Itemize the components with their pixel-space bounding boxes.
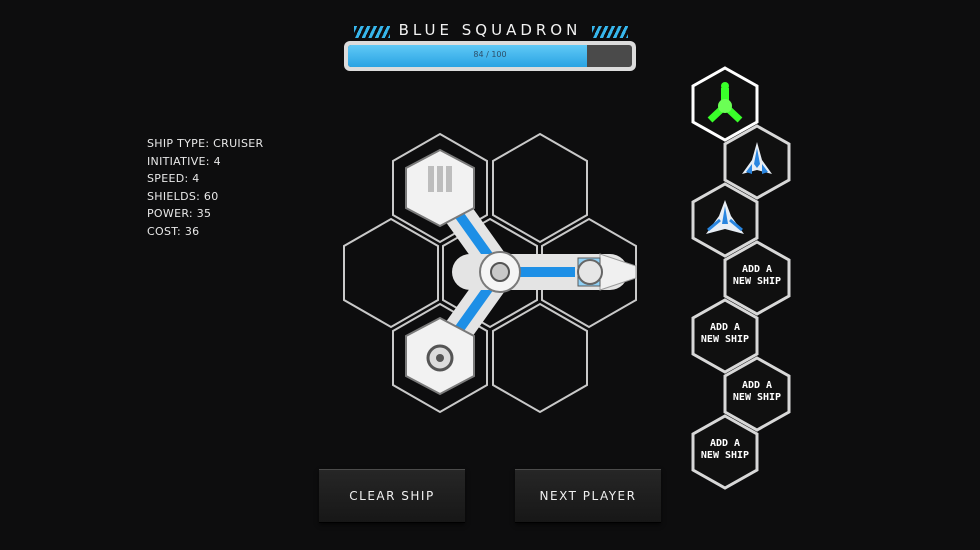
- add-label-line2: NEW SHIP: [732, 276, 782, 287]
- add-label-line2: NEW SHIP: [700, 450, 750, 461]
- add-label-line2: NEW SHIP: [732, 392, 782, 403]
- add-new-ship-button[interactable]: ADD A NEW SHIP: [690, 414, 760, 490]
- add-new-ship-label: ADD A NEW SHIP: [722, 380, 792, 404]
- add-label-line1: ADD A: [741, 264, 773, 275]
- clear-ship-button[interactable]: CLEAR SHIP: [319, 469, 465, 523]
- ship-build-grid: [343, 132, 637, 414]
- cruiser-ship-icon: [405, 148, 637, 396]
- add-label-line1: ADD A: [709, 322, 741, 333]
- add-label-line2: NEW SHIP: [700, 334, 750, 345]
- grid-slot-middle-left[interactable]: [343, 217, 439, 329]
- next-player-button[interactable]: NEXT PLAYER: [515, 469, 661, 523]
- grid-slot-bottom-right[interactable]: [492, 302, 588, 414]
- add-new-ship-label: ADD A NEW SHIP: [690, 322, 760, 346]
- grid-slot-top-right[interactable]: [492, 132, 588, 244]
- add-label-line1: ADD A: [741, 380, 773, 391]
- add-new-ship-label: ADD A NEW SHIP: [722, 264, 792, 288]
- add-label-line1: ADD A: [709, 438, 741, 449]
- add-new-ship-label: ADD A NEW SHIP: [690, 438, 760, 462]
